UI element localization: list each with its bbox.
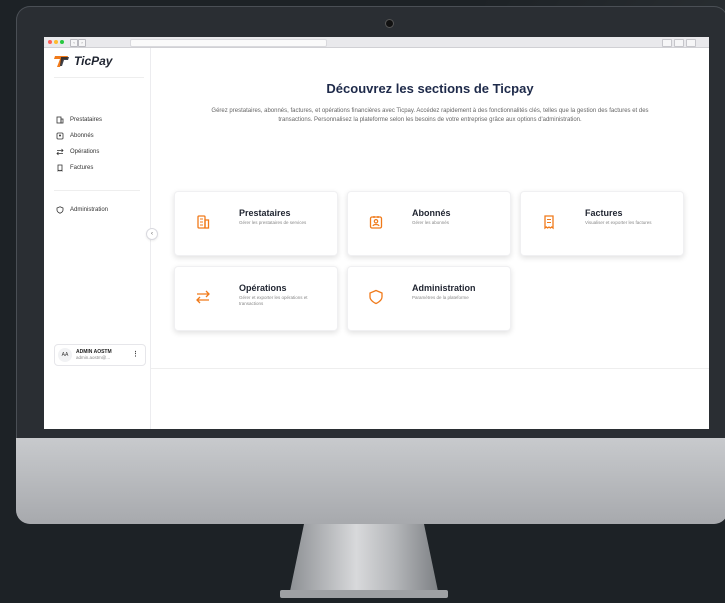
card-description: Gérer et exporter les opérations et tran… — [239, 295, 308, 306]
sidebar-item-label: Factures — [70, 165, 94, 171]
address-bar[interactable] — [130, 39, 327, 47]
sidebar-item-operations[interactable]: Opérations — [56, 144, 102, 160]
reload-button[interactable] — [674, 39, 684, 47]
close-window-icon[interactable] — [48, 40, 52, 44]
card-description: Paramètres de la plateforme — [412, 295, 469, 300]
sidebar-item-label: Opérations — [70, 149, 100, 155]
divider — [54, 77, 144, 78]
card-operations[interactable]: Opérations Gérer et exporter les opérati… — [174, 266, 338, 331]
monitor-stand — [289, 524, 439, 596]
arrows-exchange-icon — [195, 289, 211, 305]
tabs-button[interactable] — [686, 39, 696, 47]
id-badge-icon — [368, 214, 384, 230]
divider — [151, 368, 709, 369]
sidebar-nav: Prestataires Abonnés Opérations Factures — [56, 112, 102, 176]
card-description: Gérer les prestataires de services — [239, 220, 307, 225]
sidebar-item-factures[interactable]: Factures — [56, 160, 102, 176]
shield-icon — [368, 289, 384, 305]
card-title: Administration — [412, 283, 476, 293]
card-title: Opérations — [239, 283, 287, 293]
app: TicPay Prestataires Abonnés Opérations F… — [44, 48, 709, 429]
camera-icon — [386, 20, 393, 27]
sidebar-item-abonnes[interactable]: Abonnés — [56, 128, 102, 144]
building-icon — [56, 116, 64, 124]
divider — [54, 190, 140, 191]
maximize-window-icon[interactable] — [60, 40, 64, 44]
minimize-window-icon[interactable] — [54, 40, 58, 44]
card-prestataires[interactable]: Prestataires Gérer les prestataires de s… — [174, 191, 338, 256]
card-administration[interactable]: Administration Paramètres de la platefor… — [347, 266, 511, 331]
card-abonnes[interactable]: Abonnés Gérer les abonnés — [347, 191, 511, 256]
collapse-sidebar-button[interactable]: ‹ — [146, 228, 158, 240]
share-button[interactable] — [662, 39, 672, 47]
monitor-chin — [16, 438, 725, 524]
ticpay-logo-icon — [54, 54, 70, 68]
logo[interactable]: TicPay — [54, 54, 112, 68]
avatar: AA — [58, 348, 72, 362]
sidebar-item-label: Abonnés — [70, 133, 94, 139]
user-info: ADMIN AOSTM admin.aostm@... — [76, 349, 112, 361]
id-badge-icon — [56, 132, 64, 140]
more-vertical-icon[interactable]: ⋮ — [132, 350, 139, 358]
card-factures[interactable]: Factures Visualiser et exporter les fact… — [520, 191, 684, 256]
page-description: Gérez prestataires, abonnés, factures, e… — [211, 108, 649, 123]
sidebar-item-prestataires[interactable]: Prestataires — [56, 112, 102, 128]
back-button[interactable]: ‹ — [70, 39, 78, 47]
forward-button[interactable]: › — [78, 39, 86, 47]
receipt-icon — [56, 164, 64, 172]
card-description: Visualiser et exporter les factures — [585, 220, 652, 225]
sidebar: TicPay Prestataires Abonnés Opérations F… — [44, 48, 151, 429]
receipt-icon — [541, 214, 557, 230]
user-card[interactable]: AA ADMIN AOSTM admin.aostm@... ⋮ — [54, 344, 146, 366]
main-content: Découvrez les sections de Ticpay Gérez p… — [151, 48, 709, 429]
sidebar-nav-admin: Administration — [56, 202, 108, 218]
user-email: admin.aostm@... — [76, 355, 111, 360]
arrows-exchange-icon — [56, 148, 64, 156]
building-icon — [195, 214, 211, 230]
card-title: Abonnés — [412, 208, 451, 218]
sidebar-item-label: Prestataires — [70, 117, 103, 123]
logo-text: TicPay — [74, 54, 113, 68]
browser-toolbar: ‹ › — [44, 37, 709, 48]
card-title: Factures — [585, 208, 623, 218]
sidebar-item-label: Administration — [70, 207, 109, 213]
card-title: Prestataires — [239, 208, 291, 218]
sidebar-item-administration[interactable]: Administration — [56, 202, 108, 218]
shield-icon — [56, 206, 64, 214]
monitor-foot — [280, 590, 448, 598]
page-title: Découvrez les sections de Ticpay — [326, 81, 534, 96]
card-description: Gérer les abonnés — [412, 220, 450, 225]
screen: ‹ › TicPay Prestataires Abonnés Opératio… — [44, 37, 709, 429]
